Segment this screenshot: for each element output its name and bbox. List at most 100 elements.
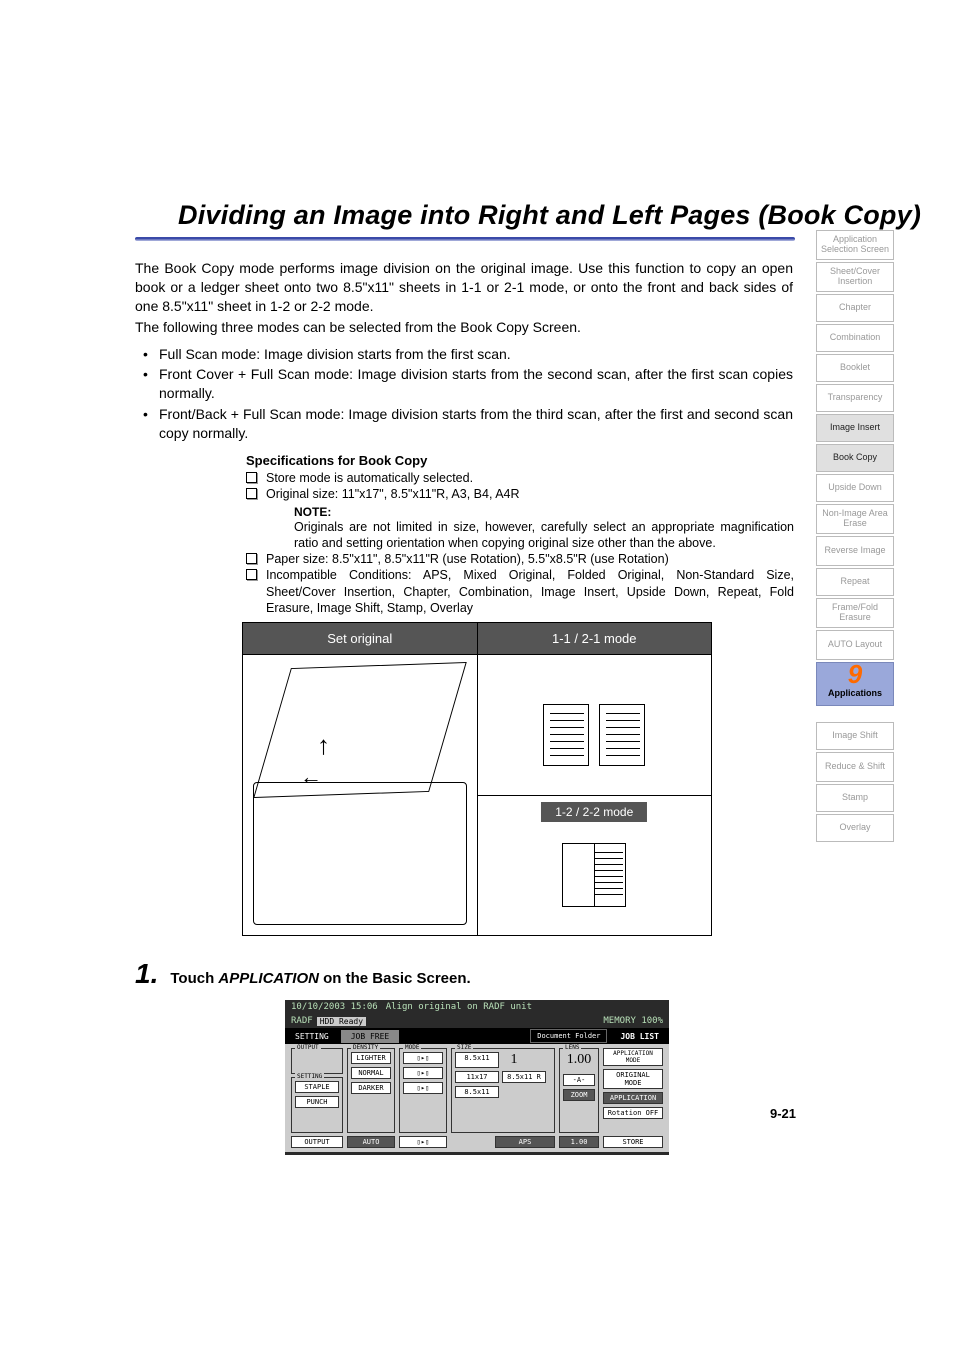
checkbox-icon	[246, 488, 257, 499]
intro-p1: The Book Copy mode performs image divisi…	[135, 259, 793, 316]
lens-one-button[interactable]: 1.00	[559, 1136, 599, 1148]
illust-header-right: 1-1 / 2-1 mode	[478, 623, 712, 655]
checkbox-icon	[246, 472, 257, 483]
illust-printer: ↑ ←	[243, 655, 478, 935]
checkbox-icon	[246, 553, 257, 564]
normal-button[interactable]: NORMAL	[351, 1067, 391, 1079]
lighter-button[interactable]: LIGHTER	[351, 1052, 391, 1064]
checkbox-icon	[246, 569, 257, 580]
chapter-number-icon: 9	[848, 661, 862, 687]
lens-value: 1.00	[563, 1052, 595, 1068]
bullet-front-cover: Front Cover + Full Scan mode: Image divi…	[135, 365, 793, 403]
sidebar-item-book-copy[interactable]: Book Copy	[816, 444, 894, 472]
sidebar-item-non-image-erase[interactable]: Non-Image Area Erase	[816, 504, 894, 534]
printer-glass-icon	[253, 662, 466, 798]
sidebar-item-reverse-image[interactable]: Reverse Image	[816, 536, 894, 566]
lens-legend: LENS	[563, 1044, 581, 1051]
size-d-button[interactable]: 8.5x11	[455, 1086, 499, 1098]
sidebar-item-reduce-shift[interactable]: Reduce & Shift	[816, 752, 894, 782]
mode-1-button[interactable]: ▯▸▯	[403, 1052, 443, 1064]
spec-text: Store mode is automatically selected.	[266, 471, 473, 485]
sidebar-item-repeat[interactable]: Repeat	[816, 568, 894, 596]
original-mode-button[interactable]: ORIGINAL MODE	[603, 1069, 663, 1089]
spec-title: Specifications for Book Copy	[246, 453, 794, 468]
spec-block: Specifications for Book Copy Store mode …	[246, 453, 794, 616]
lens-dash-button[interactable]: -A-	[563, 1074, 595, 1086]
step-prefix: Touch	[170, 970, 218, 987]
size-legend: SIZE	[455, 1044, 473, 1051]
step-keyword: APPLICATION	[218, 970, 319, 987]
sidebar-item-booklet[interactable]: Booklet	[816, 354, 894, 382]
sidebar-item-overlay[interactable]: Overlay	[816, 814, 894, 842]
sidebar-item-transparency[interactable]: Transparency	[816, 384, 894, 412]
application-button[interactable]: APPLICATION	[603, 1092, 663, 1104]
page-number: 9-21	[770, 1106, 796, 1121]
tab-document-folder[interactable]: Document Folder	[530, 1029, 607, 1043]
output-button[interactable]: OUTPUT	[291, 1136, 343, 1148]
size-b-button[interactable]: 11x17	[455, 1071, 499, 1083]
darker-button[interactable]: DARKER	[351, 1082, 391, 1094]
sidebar-item-sheet-cover[interactable]: Sheet/Cover Insertion	[816, 262, 894, 292]
store-button[interactable]: STORE	[603, 1136, 663, 1148]
illust-mode-11-21	[478, 655, 712, 795]
spec-text: Paper size: 8.5"x11", 8.5"x11"R (use Rot…	[266, 552, 669, 566]
sidebar: Application Selection Screen Sheet/Cover…	[816, 230, 894, 842]
screen-datetime: 10/10/2003 15:06	[291, 1002, 378, 1012]
mode-3-button[interactable]: ▯▸▯	[403, 1082, 443, 1094]
step-text: Touch APPLICATION on the Basic Screen.	[170, 970, 470, 987]
sidebar-item-app-selection[interactable]: Application Selection Screen	[816, 230, 894, 260]
page-title: Dividing an Image into Right and Left Pa…	[178, 200, 954, 231]
sidebar-item-auto-layout[interactable]: AUTO Layout	[816, 630, 894, 660]
title-rule	[135, 237, 795, 241]
spec-item-paper-size: Paper size: 8.5"x11", 8.5"x11"R (use Rot…	[246, 551, 794, 567]
tab-job-free[interactable]: JOB FREE	[341, 1030, 400, 1043]
mode-4-button[interactable]: ▯▸▯	[399, 1136, 447, 1148]
tab-job-list[interactable]: JOB LIST	[610, 1030, 669, 1043]
spec-item-incompatible: Incompatible Conditions: APS, Mixed Orig…	[246, 567, 794, 616]
step-suffix: on the Basic Screen.	[319, 970, 471, 987]
note-label: NOTE:	[294, 505, 794, 519]
illust-mode-12-22: 1-2 / 2-2 mode	[478, 795, 712, 936]
sidebar-item-upside-down[interactable]: Upside Down	[816, 474, 894, 502]
aps-button[interactable]: APS	[495, 1136, 555, 1148]
step-number: 1.	[135, 958, 158, 990]
copy-count: 1	[502, 1052, 526, 1068]
sidebar-item-combination[interactable]: Combination	[816, 324, 894, 352]
zoom-button[interactable]: ZOOM	[563, 1089, 595, 1101]
output-legend: OUTPUT	[295, 1044, 321, 1051]
bullet-full-scan: Full Scan mode: Image division starts fr…	[135, 345, 793, 364]
mode-legend: MODE	[403, 1044, 421, 1051]
radf-label: RADF	[291, 1016, 313, 1026]
staple-button[interactable]: STAPLE	[295, 1081, 339, 1093]
setting-legend: SETTING	[295, 1073, 324, 1080]
density-legend: DENSITY	[351, 1044, 380, 1051]
step-1: 1. Touch APPLICATION on the Basic Screen…	[135, 958, 954, 990]
size-a-button[interactable]: 8.5x11	[455, 1052, 499, 1068]
spec-text: Original size: 11"x17", 8.5"x11"R, A3, B…	[266, 487, 520, 501]
sidebar-item-applications-current[interactable]: 9 Applications	[816, 662, 894, 706]
hdd-ready-badge: HDD Ready	[317, 1017, 366, 1026]
sidebar-highlight-label: Applications	[828, 689, 882, 699]
mode-2-button[interactable]: ▯▸▯	[403, 1067, 443, 1079]
spec-item-original-size: Original size: 11"x17", 8.5"x11"R, A3, B…	[246, 486, 794, 502]
size-c-button[interactable]: 8.5x11 R	[502, 1071, 546, 1083]
sidebar-item-image-insert[interactable]: Image Insert	[816, 414, 894, 442]
sidebar-item-image-shift[interactable]: Image Shift	[816, 722, 894, 750]
arrow-left-icon: ←	[300, 764, 322, 790]
punch-button[interactable]: PUNCH	[295, 1096, 339, 1108]
arrow-up-icon: ↑	[317, 730, 330, 761]
intro-block: The Book Copy mode performs image divisi…	[135, 259, 793, 337]
sidebar-item-frame-fold-erasure[interactable]: Frame/Fold Erasure	[816, 598, 894, 628]
rotation-button[interactable]: Rotation OFF	[603, 1107, 663, 1119]
memory-label: MEMORY 100%	[603, 1016, 663, 1026]
note-text: Originals are not limited in size, howev…	[294, 519, 794, 552]
auto-density-button[interactable]: AUTO	[347, 1136, 395, 1148]
screen-msg: Align original on RADF unit	[386, 1002, 532, 1012]
tab-setting[interactable]: SETTING	[285, 1030, 339, 1043]
illust-header-left: Set original	[243, 623, 478, 655]
sidebar-item-chapter[interactable]: Chapter	[816, 294, 894, 322]
mode-badge-12-22: 1-2 / 2-2 mode	[541, 802, 647, 822]
spec-item-store-mode: Store mode is automatically selected.	[246, 470, 794, 486]
sidebar-item-stamp[interactable]: Stamp	[816, 784, 894, 812]
page-icon	[599, 704, 645, 766]
